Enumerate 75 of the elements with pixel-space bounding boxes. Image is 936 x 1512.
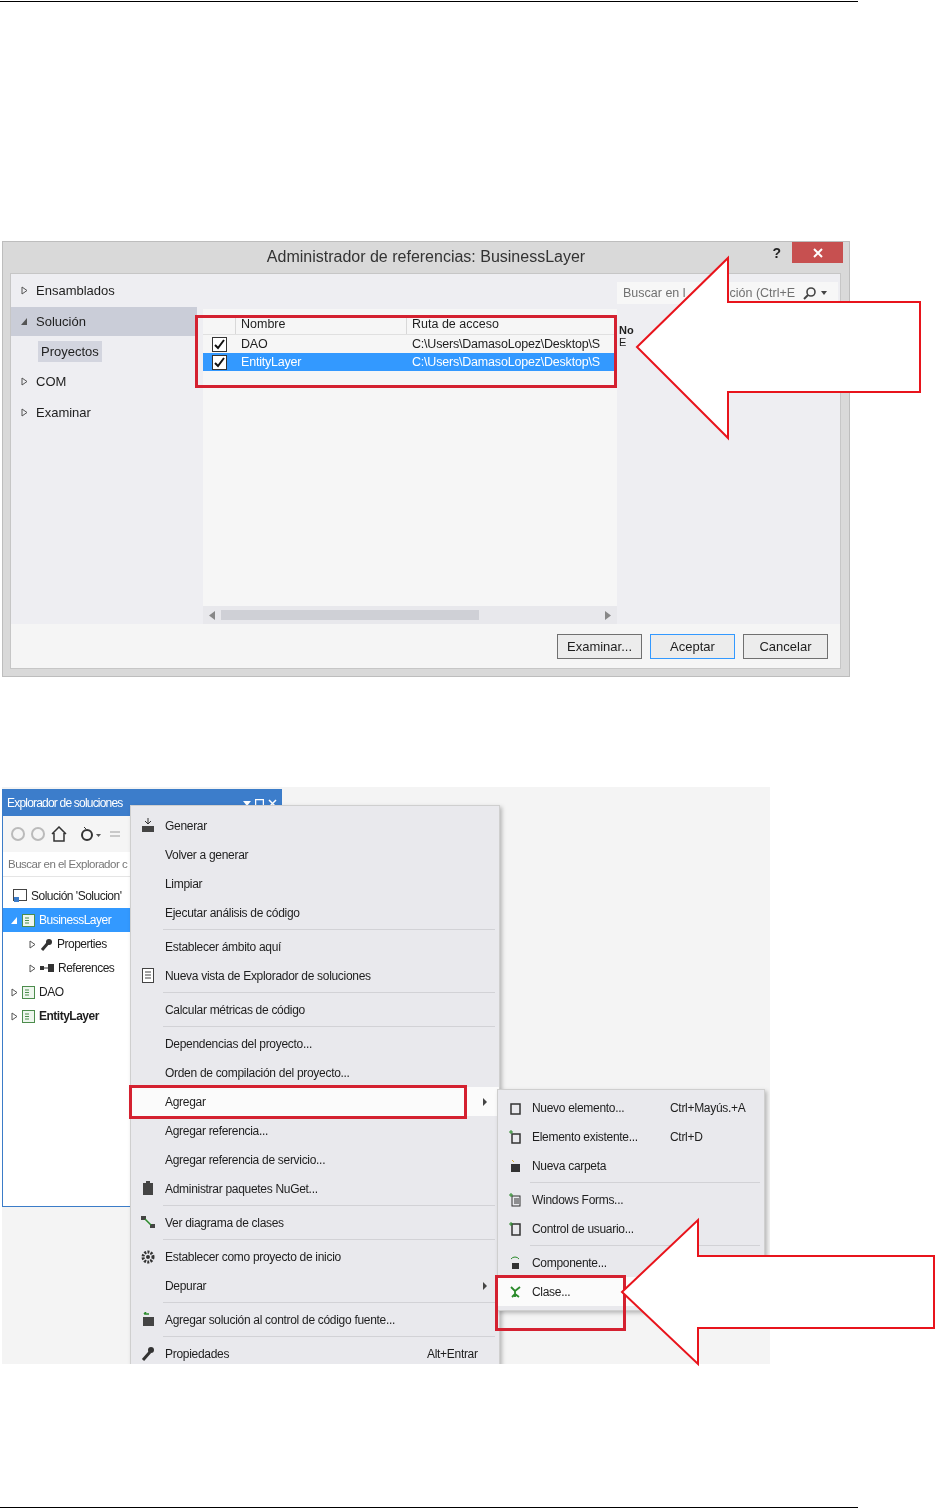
project-icon [22,1009,35,1023]
menu-item[interactable]: Nueva carpeta [498,1151,764,1180]
detail-text: No [618,324,634,336]
nav-item[interactable]: COM [11,367,197,396]
expand-icon[interactable] [29,963,36,973]
form-icon [509,1192,521,1207]
menu-item[interactable]: Generar [131,811,499,840]
project-icon [22,985,35,999]
package-icon [142,1181,154,1196]
expand-icon[interactable] [11,1011,18,1021]
menu-item[interactable]: Agregar referencia... [131,1116,499,1145]
history-icon[interactable] [81,826,103,842]
expand-icon[interactable] [21,377,28,386]
diagram-icon [140,1215,156,1230]
build-icon [141,818,155,833]
window-title: Administrador de referencias: BusinessLayer [266,246,586,266]
expand-icon[interactable] [11,987,18,997]
dialog-button[interactable]: Examinar... [557,633,642,659]
panel-title: Explorador de soluciones [7,796,123,810]
menu-item[interactable]: Administrar paquetes NuGet... [131,1174,499,1203]
references-icon [40,963,54,973]
nav-item[interactable]: Ensamblados [11,276,197,305]
wrench-icon [40,937,53,951]
submenu-arrow-icon [483,1281,487,1290]
menu-item[interactable]: Nuevo elemento... Ctrl+Mayús.+A [498,1093,764,1122]
dialog-button[interactable]: Cancelar [743,633,828,659]
add-item-icon [509,1129,521,1144]
dropdown-icon[interactable] [821,291,828,295]
menu-item[interactable]: Agregar referencia de servicio... [131,1145,499,1174]
shortcut-text: Alt+Entrar [427,1346,479,1361]
class-icon [508,1284,522,1299]
project-icon [22,913,35,927]
wrench-icon [141,1346,155,1361]
user-control-icon [509,1221,521,1236]
column-header[interactable]: Nombre [235,317,406,334]
scroll-right-icon[interactable] [605,610,611,620]
close-icon [812,247,823,258]
menu-item[interactable]: Control de usuario... [498,1214,764,1243]
reference-row[interactable]: DAO C:\Users\DamasoLopez\Desktop\S [203,335,617,353]
column-header[interactable]: Ruta de acceso [406,317,617,334]
checkbox[interactable] [212,336,227,352]
menu-item[interactable]: Depurar [131,1271,499,1300]
search-icon [803,286,817,300]
submenu-arrow-icon [483,1097,487,1106]
gear-icon [141,1249,155,1264]
checkbox[interactable] [212,354,227,370]
source-control-icon [140,1312,156,1327]
home-icon[interactable] [51,826,67,842]
shortcut-text: Ctrl+Mayús.+A [670,1100,747,1115]
horizontal-scrollbar[interactable] [203,606,617,624]
solution-icon [13,889,27,903]
nav-item[interactable]: Examinar [11,398,197,427]
menu-item[interactable]: Elemento existente... Ctrl+D [498,1122,764,1151]
dropdown-icon[interactable] [243,798,251,807]
collapse-icon[interactable] [11,915,18,925]
folder-icon [509,1158,521,1173]
expand-icon[interactable] [29,939,36,949]
detail-text: E [618,336,627,348]
menu-item[interactable]: Volver a generar [131,840,499,869]
close-icon[interactable] [268,798,277,808]
shortcut-text: Ctrl+D [670,1129,704,1144]
menu-item[interactable]: Orden de compilación del proyecto... [131,1058,499,1087]
scroll-left-icon[interactable] [209,610,215,620]
new-item-icon [509,1100,521,1115]
close-button[interactable] [792,242,843,263]
expand-icon[interactable] [21,286,28,295]
nav-item[interactable]: Proyectos [38,341,102,362]
component-icon [509,1255,521,1270]
menu-item[interactable]: Agregar [131,1087,499,1116]
collapse-icon[interactable] [21,317,28,326]
help-button[interactable]: ? [768,242,785,264]
dialog-button[interactable]: Aceptar [650,633,735,659]
expand-icon[interactable] [21,408,28,417]
document-icon [142,968,154,983]
nav-item[interactable]: Solución [11,307,197,336]
